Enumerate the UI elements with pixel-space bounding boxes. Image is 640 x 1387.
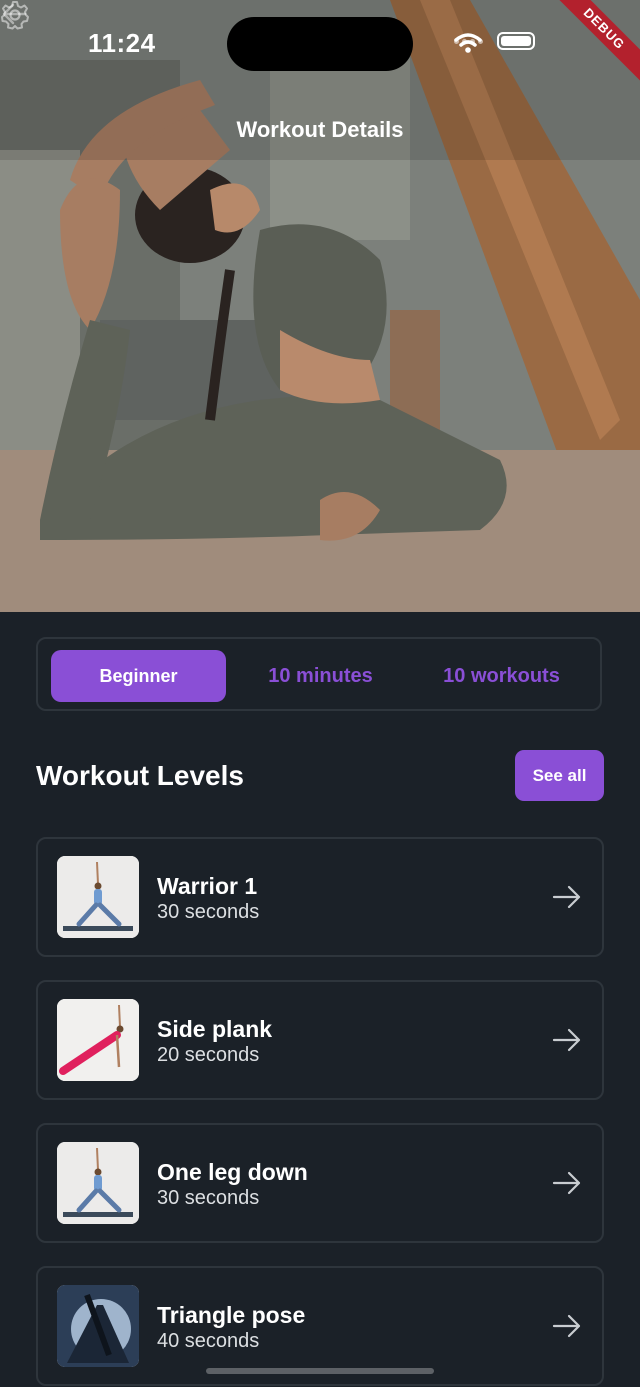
segment-workouts-count[interactable]: 10 workouts bbox=[414, 650, 589, 702]
silhouette-pose-thumbnail bbox=[57, 1285, 139, 1367]
workout-duration: 40 seconds bbox=[157, 1330, 260, 1352]
workout-duration: 20 seconds bbox=[157, 1044, 260, 1066]
workout-card[interactable]: One leg down 30 seconds bbox=[36, 1123, 604, 1243]
yoga-photo-illustration bbox=[0, 0, 640, 612]
workout-name: Side plank bbox=[157, 1016, 273, 1042]
segment-duration[interactable]: 10 minutes bbox=[233, 650, 408, 702]
workout-filter-segment: Beginner 10 minutes 10 workouts bbox=[36, 637, 602, 711]
arrow-right-icon[interactable] bbox=[552, 884, 582, 910]
battery-icon bbox=[497, 32, 535, 50]
status-icons bbox=[454, 32, 535, 53]
workout-name: One leg down bbox=[157, 1159, 308, 1185]
arrow-right-icon[interactable] bbox=[552, 1313, 582, 1339]
hero-image: 11:24 DEBUG Workout Details bbox=[0, 0, 640, 612]
workout-duration: 30 seconds bbox=[157, 901, 260, 923]
section-title: Workout Levels bbox=[36, 760, 244, 791]
arrow-right-icon[interactable] bbox=[552, 1170, 582, 1196]
warrior-pose-thumbnail bbox=[57, 1142, 139, 1224]
workout-card[interactable]: Side plank 20 seconds bbox=[36, 980, 604, 1100]
workout-name: Warrior 1 bbox=[157, 873, 258, 899]
warrior-pose-thumbnail bbox=[57, 856, 139, 938]
home-indicator[interactable] bbox=[206, 1368, 434, 1374]
gear-icon[interactable] bbox=[0, 0, 30, 30]
dynamic-island bbox=[227, 17, 413, 71]
status-time: 11:24 bbox=[88, 28, 156, 58]
segment-beginner[interactable]: Beginner bbox=[51, 650, 226, 702]
side-plank-thumbnail bbox=[57, 999, 139, 1081]
page-title: Workout Details bbox=[236, 117, 404, 142]
workout-duration: 30 seconds bbox=[157, 1187, 260, 1209]
workout-name: Triangle pose bbox=[157, 1302, 306, 1328]
workout-card[interactable]: Warrior 1 30 seconds bbox=[36, 837, 604, 957]
wifi-icon bbox=[454, 33, 482, 53]
arrow-right-icon[interactable] bbox=[552, 1027, 582, 1053]
see-all-button[interactable]: See all bbox=[515, 750, 604, 801]
